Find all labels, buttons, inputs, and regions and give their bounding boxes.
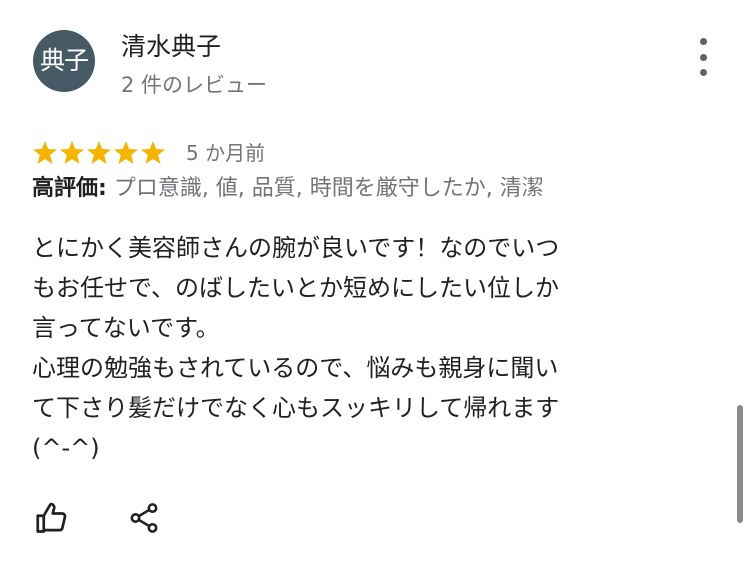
review-text-line: 言ってないです。 [32, 314, 220, 342]
highlights-label: 高評価: [32, 176, 107, 201]
review-text-line: もお任せで、のばしたいとか短めにしたい位しか [32, 274, 560, 302]
more-options-button[interactable] [688, 38, 718, 76]
more-vert-icon-dot [699, 69, 707, 76]
star-icon [114, 141, 138, 164]
review-text-line: とにかく美容師さんの腕が良いです！なのでいつ [32, 234, 560, 262]
review-text-line: (^-^) [32, 434, 100, 462]
review-text: とにかく美容師さんの腕が良いです！なのでいつ もお任せで、のばしたいとか短めにし… [32, 228, 672, 468]
scrollbar[interactable] [737, 405, 743, 523]
highlights-values: プロ意識, 値, 品質, 時間を厳守したか, 清潔 [113, 176, 544, 201]
more-vert-icon [699, 38, 707, 45]
stars-svg [33, 141, 165, 164]
thumb-up-icon [36, 502, 67, 533]
share-button[interactable] [124, 498, 164, 538]
review-time: 5 か月前 [186, 141, 266, 165]
star-icon [141, 141, 165, 164]
star-icon [60, 141, 84, 164]
review-text-line: て下さり髪だけでなく心もスッキリして帰れます [32, 394, 560, 422]
rating-row: 5 か月前 [32, 136, 265, 170]
review-text-line: 心理の勉強もされているので、悩みも親身に聞い [32, 354, 559, 382]
like-button[interactable] [32, 498, 72, 538]
avatar[interactable]: 典子 [33, 30, 95, 92]
star-icon [87, 141, 111, 164]
review-actions [32, 498, 164, 538]
more-vert-icon-dot [699, 53, 707, 61]
star-icon [33, 141, 57, 164]
review-card: 典子 清水典子 2 件のレビュー 5 か月前 高評価: プロ意識, 値, 品質,… [0, 0, 750, 578]
share-icon [130, 503, 158, 533]
review-highlights: 高評価: プロ意識, 値, 品質, 時間を厳守したか, 清潔 [32, 172, 544, 206]
star-rating [32, 140, 168, 166]
reviewer-name[interactable]: 清水典子 [121, 30, 221, 64]
reviewer-review-count: 2 件のレビュー [121, 73, 268, 97]
